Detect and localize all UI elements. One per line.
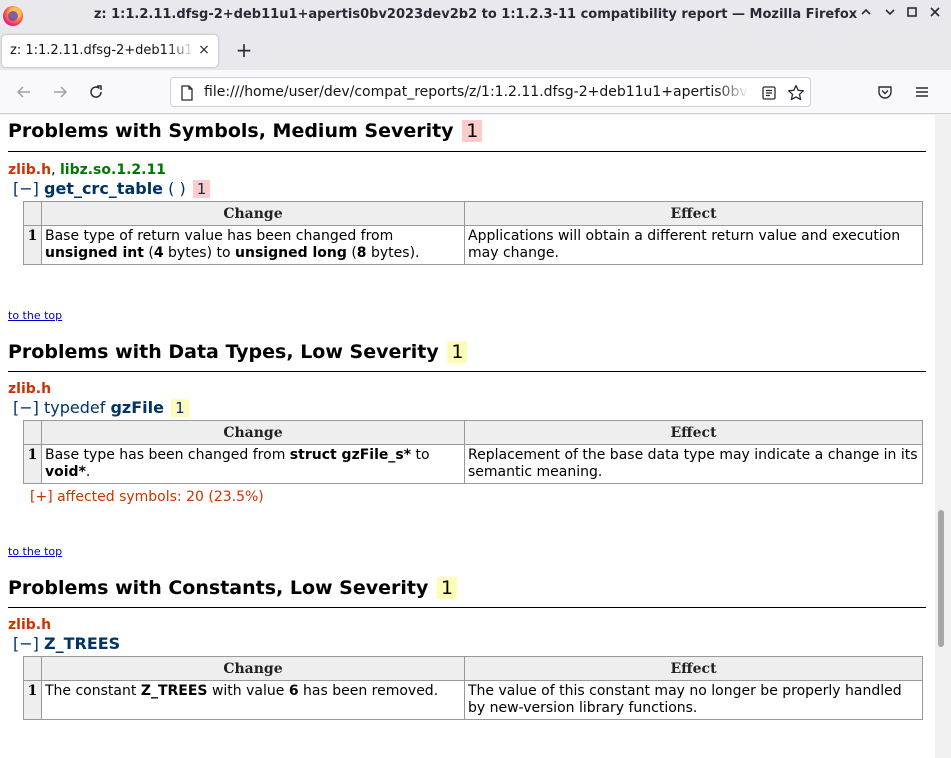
affected-symbols-toggle[interactable]: [+] affected symbols: 20 (23.5%) — [30, 489, 264, 505]
page-content: Problems with Symbols, Medium Severity 1… — [0, 115, 935, 758]
symbol-line: [−] get_crc_table ( ) 1 — [13, 179, 211, 198]
section-title: Problems with Data Types, Low Severity — [8, 341, 439, 363]
new-tab-button[interactable]: + — [233, 40, 255, 62]
table-header-num — [23, 420, 42, 445]
section-heading-symbols-medium: Problems with Symbols, Medium Severity 1 — [8, 120, 483, 142]
table-row: 1 Base type of return value has been cha… — [23, 225, 923, 265]
table-header-change: Change — [41, 420, 465, 445]
table-row: 1 Base type has been changed from struct… — [23, 444, 923, 484]
table-header-effect: Effect — [464, 656, 923, 681]
table-header-change: Change — [41, 656, 465, 681]
reader-view-icon[interactable] — [761, 85, 777, 105]
change-cell: Base type of return value has been chang… — [41, 225, 465, 265]
section-divider — [8, 151, 926, 152]
back-arrow-icon[interactable] — [14, 82, 34, 102]
section-title: Problems with Constants, Low Severity — [8, 577, 429, 599]
row-number: 1 — [23, 680, 42, 720]
header-file-name: zlib.h — [8, 381, 52, 397]
tab-compat-report[interactable]: z: 1:1.2.11.dfsg-2+deb11u1+apertis0bv202… — [2, 35, 218, 67]
header-file-name: zlib.h — [8, 617, 52, 633]
to-the-top-link[interactable]: to the top — [8, 309, 62, 322]
collapse-toggle[interactable]: [−] — [13, 179, 39, 198]
header-file-line: zlib.h — [8, 381, 51, 397]
symbol-name: gzFile — [110, 398, 164, 417]
section-title: Problems with Symbols, Medium Severity — [8, 120, 454, 142]
library-name: libz.so.1.2.11 — [59, 162, 166, 178]
pocket-icon[interactable] — [877, 84, 893, 104]
title-bar: z: 1:1.2.11.dfsg-2+deb11u1+apertis0bv202… — [0, 0, 951, 32]
symbol-name: get_crc_table — [43, 179, 164, 198]
effect-cell: Applications will obtain a different ret… — [464, 225, 923, 265]
tab-label: z: 1:1.2.11.dfsg-2+deb11u1+apertis0bv202… — [10, 43, 195, 58]
close-tab-icon[interactable]: × — [196, 42, 212, 58]
url-bar[interactable]: file:///home/user/dev/compat_reports/z/1… — [170, 77, 811, 107]
tab-strip: z: 1:1.2.11.dfsg-2+deb11u1+apertis0bv202… — [0, 32, 951, 70]
section-heading-constants-low: Problems with Constants, Low Severity 1 — [8, 577, 458, 599]
collapse-toggle[interactable]: [−] — [13, 398, 39, 417]
symbol-line: [−] typedef gzFile 1 — [13, 398, 189, 417]
row-number: 1 — [23, 225, 42, 265]
problem-table: Change Effect 1 The constant Z_TREES wit… — [23, 656, 923, 720]
severity-count-badge: 1 — [437, 577, 458, 599]
table-header-effect: Effect — [464, 420, 923, 445]
symbol-line: [−] Z_TREES — [13, 634, 120, 653]
header-file-name: zlib.h — [8, 162, 52, 178]
section-divider — [8, 371, 926, 372]
symbol-count-badge: 1 — [171, 399, 189, 417]
section-heading-datatypes-low: Problems with Data Types, Low Severity 1 — [8, 341, 468, 363]
maximize-icon[interactable] — [903, 6, 921, 24]
symbol-params: ( ) — [163, 179, 186, 198]
section-divider — [8, 607, 926, 608]
window-title: z: 1:1.2.11.dfsg-2+deb11u1+apertis0bv202… — [93, 7, 858, 22]
forward-arrow-icon[interactable] — [50, 82, 70, 102]
reload-icon[interactable] — [86, 82, 106, 102]
problem-table: Change Effect 1 Base type of return valu… — [23, 201, 923, 265]
scrollbar-thumb[interactable] — [938, 510, 944, 647]
symbol-name: Z_TREES — [43, 634, 121, 653]
minimize-up-icon[interactable] — [857, 6, 875, 24]
header-file-line: zlib.h, libz.so.1.2.11 — [8, 162, 166, 178]
change-cell: The constant Z_TREES with value 6 has be… — [41, 680, 465, 720]
header-file-line: zlib.h — [8, 617, 51, 633]
symbol-count-badge: 1 — [192, 180, 211, 198]
to-the-top-link[interactable]: to the top — [8, 545, 62, 558]
navigation-bar: file:///home/user/dev/compat_reports/z/1… — [0, 70, 951, 114]
vertical-scrollbar[interactable] — [935, 115, 951, 758]
menu-hamburger-icon[interactable] — [914, 84, 930, 104]
table-header-num — [23, 201, 42, 226]
minimize-down-icon[interactable] — [881, 6, 899, 24]
effect-cell: The value of this constant may no longer… — [464, 680, 923, 720]
problem-table: Change Effect 1 Base type has been chang… — [23, 420, 923, 484]
severity-count-badge: 1 — [462, 120, 483, 142]
page-icon — [180, 85, 194, 105]
row-number: 1 — [23, 444, 42, 484]
change-cell: Base type has been changed from struct g… — [41, 444, 465, 484]
url-text[interactable]: file:///home/user/dev/compat_reports/z/1… — [204, 84, 749, 100]
table-header-num — [23, 656, 42, 681]
severity-count-badge: 1 — [447, 341, 468, 363]
close-window-icon[interactable] — [926, 6, 944, 24]
symbol-prefix: typedef — [43, 398, 111, 417]
collapse-toggle[interactable]: [−] — [13, 634, 39, 653]
effect-cell: Replacement of the base data type may in… — [464, 444, 923, 484]
bookmark-star-icon[interactable] — [787, 84, 805, 106]
table-header-change: Change — [41, 201, 465, 226]
table-row: 1 The constant Z_TREES with value 6 has … — [23, 680, 923, 720]
table-header-effect: Effect — [464, 201, 923, 226]
